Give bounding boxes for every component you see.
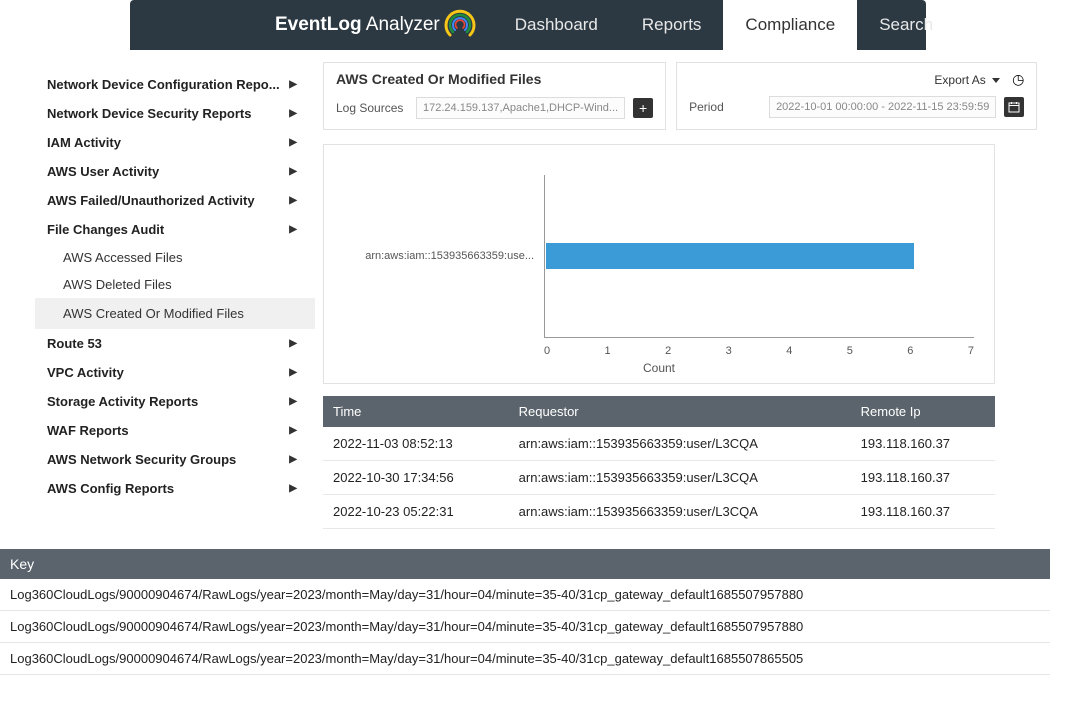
sidebar-item-label: VPC Activity — [47, 365, 124, 380]
sidebar-item[interactable]: AWS User Activity ▶ — [35, 157, 315, 186]
caret-right-icon: ▶ — [289, 338, 297, 349]
caret-right-icon: ▶ — [289, 224, 297, 235]
key-section: Key Log360CloudLogs/90000904674/RawLogs/… — [0, 549, 1050, 675]
x-tick: 4 — [786, 345, 792, 357]
nav-tabs: DashboardReportsComplianceSearch — [493, 0, 955, 50]
top-nav-bar: EventLog Analyzer DashboardReportsCompli… — [130, 0, 926, 50]
log-sources-input[interactable]: 172.24.159.137,Apache1,DHCP-Wind... — [416, 97, 625, 119]
sidebar-item[interactable]: WAF Reports ▶ — [35, 416, 315, 445]
table-row[interactable]: 2022-10-30 17:34:56arn:aws:iam::15393566… — [323, 461, 995, 495]
x-tick: 2 — [665, 345, 671, 357]
x-tick: 5 — [847, 345, 853, 357]
sidebar-item-label: WAF Reports — [47, 423, 129, 438]
export-as-dropdown[interactable]: Export As — [934, 73, 1000, 87]
sidebar-item-label: AWS Config Reports — [47, 481, 174, 496]
x-tick: 3 — [726, 345, 732, 357]
sidebar-item[interactable]: AWS Failed/Unauthorized Activity ▶ — [35, 186, 315, 215]
table-cell: arn:aws:iam::153935663359:user/L3CQA — [509, 495, 851, 529]
sidebar-item[interactable]: VPC Activity ▶ — [35, 358, 315, 387]
period-input[interactable]: 2022-10-01 00:00:00 - 2022-11-15 23:59:5… — [769, 96, 996, 118]
nav-tab-dashboard[interactable]: Dashboard — [493, 0, 620, 50]
x-tick: 0 — [544, 345, 550, 357]
chart-plot-area — [544, 175, 974, 337]
period-label: Period — [689, 100, 761, 114]
logo-text-light: Analyzer — [362, 14, 440, 35]
sidebar-item[interactable]: Network Device Security Reports ▶ — [35, 99, 315, 128]
report-title-panel: AWS Created Or Modified Files Log Source… — [323, 62, 666, 130]
x-tick: 7 — [968, 345, 974, 357]
sidebar-subitem[interactable]: AWS Created Or Modified Files — [35, 298, 315, 329]
table-cell: arn:aws:iam::153935663359:user/L3CQA — [509, 427, 851, 461]
chart-bar[interactable] — [546, 243, 914, 269]
nav-tab-compliance[interactable]: Compliance — [723, 0, 857, 50]
logo-text-bold: EventLog — [275, 14, 362, 35]
sidebar-item-label: AWS Failed/Unauthorized Activity — [47, 193, 255, 208]
chart-y-category: arn:aws:iam::153935663359:use... — [364, 250, 534, 262]
chart-x-label: Count — [643, 361, 675, 375]
caret-right-icon: ▶ — [289, 483, 297, 494]
table-cell: 193.118.160.37 — [851, 495, 995, 529]
caret-right-icon: ▶ — [289, 166, 297, 177]
sidebar-item[interactable]: Route 53 ▶ — [35, 329, 315, 358]
sidebar-item[interactable]: File Changes Audit ▶ — [35, 215, 315, 244]
table-row[interactable]: 2022-10-23 05:22:31arn:aws:iam::15393566… — [323, 495, 995, 529]
logo-swirl-icon — [442, 7, 478, 43]
table-cell: 193.118.160.37 — [851, 461, 995, 495]
caret-right-icon: ▶ — [289, 396, 297, 407]
sidebar-subitem[interactable]: AWS Deleted Files — [35, 271, 315, 298]
schedule-icon[interactable]: ◷ — [1012, 71, 1024, 88]
table-cell: arn:aws:iam::153935663359:user/L3CQA — [509, 461, 851, 495]
caret-right-icon: ▶ — [289, 137, 297, 148]
content-area: AWS Created Or Modified Files Log Source… — [315, 62, 1010, 529]
sidebar-item[interactable]: IAM Activity ▶ — [35, 128, 315, 157]
caret-right-icon: ▶ — [289, 425, 297, 436]
sidebar-subitem[interactable]: AWS Accessed Files — [35, 244, 315, 271]
log-sources-label: Log Sources — [336, 101, 408, 115]
sidebar-item-label: File Changes Audit — [47, 222, 164, 237]
key-row[interactable]: Log360CloudLogs/90000904674/RawLogs/year… — [0, 643, 1050, 675]
table-cell: 2022-10-23 05:22:31 — [323, 495, 509, 529]
table-cell: 2022-11-03 08:52:13 — [323, 427, 509, 461]
table-header[interactable]: Time — [323, 396, 509, 427]
results-table: TimeRequestorRemote Ip 2022-11-03 08:52:… — [323, 396, 995, 529]
chart-x-ticks: 0 1 2 3 4 5 6 7 — [544, 345, 974, 357]
app-logo: EventLog Analyzer — [260, 7, 493, 43]
nav-tab-search[interactable]: Search — [857, 0, 955, 50]
table-header[interactable]: Remote Ip — [851, 396, 995, 427]
sidebar-item-label: Route 53 — [47, 336, 102, 351]
chart-x-axis — [544, 337, 974, 338]
add-log-source-button[interactable]: + — [633, 98, 653, 118]
sidebar-item-label: Network Device Configuration Repo... — [47, 77, 280, 92]
sidebar-item-label: IAM Activity — [47, 135, 121, 150]
sidebar-item[interactable]: Network Device Configuration Repo... ▶ — [35, 70, 315, 99]
caret-right-icon: ▶ — [289, 454, 297, 465]
period-panel: Export As ◷ Period 2022-10-01 00:00:00 -… — [676, 62, 1037, 130]
caret-right-icon: ▶ — [289, 79, 297, 90]
caret-right-icon: ▶ — [289, 367, 297, 378]
key-row[interactable]: Log360CloudLogs/90000904674/RawLogs/year… — [0, 611, 1050, 643]
table-cell: 2022-10-30 17:34:56 — [323, 461, 509, 495]
sidebar-item-label: Storage Activity Reports — [47, 394, 198, 409]
sidebar-item[interactable]: Storage Activity Reports ▶ — [35, 387, 315, 416]
table-header[interactable]: Requestor — [509, 396, 851, 427]
chevron-down-icon — [992, 78, 1000, 83]
sidebar: Network Device Configuration Repo...▶Net… — [35, 62, 315, 529]
key-row[interactable]: Log360CloudLogs/90000904674/RawLogs/year… — [0, 579, 1050, 611]
nav-tab-reports[interactable]: Reports — [620, 0, 724, 50]
sidebar-item-label: Network Device Security Reports — [47, 106, 251, 121]
calendar-icon[interactable] — [1004, 97, 1024, 117]
report-title: AWS Created Or Modified Files — [336, 71, 653, 87]
key-header: Key — [0, 549, 1050, 579]
caret-right-icon: ▶ — [289, 195, 297, 206]
x-tick: 1 — [605, 345, 611, 357]
caret-right-icon: ▶ — [289, 108, 297, 119]
sidebar-item-label: AWS User Activity — [47, 164, 159, 179]
table-row[interactable]: 2022-11-03 08:52:13arn:aws:iam::15393566… — [323, 427, 995, 461]
sidebar-item[interactable]: AWS Config Reports ▶ — [35, 474, 315, 503]
sidebar-item[interactable]: AWS Network Security Groups ▶ — [35, 445, 315, 474]
chart-container: arn:aws:iam::153935663359:use... 0 1 2 3 4 5 6… — [323, 144, 995, 384]
table-cell: 193.118.160.37 — [851, 427, 995, 461]
sidebar-item-label: AWS Network Security Groups — [47, 452, 236, 467]
x-tick: 6 — [907, 345, 913, 357]
